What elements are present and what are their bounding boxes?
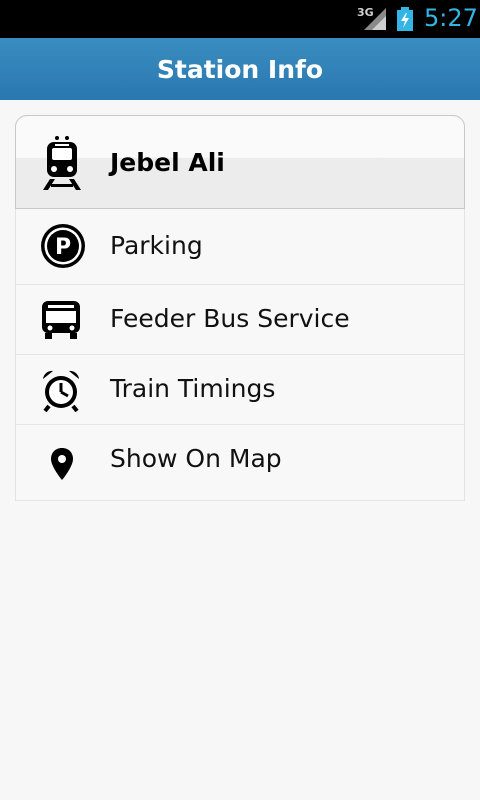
parking-icon: P [41,224,85,268]
menu-item-train-timings[interactable]: Train Timings [16,355,464,425]
train-icon [43,136,81,190]
network-type-label: 3G [357,6,374,19]
menu-item-label: Train Timings [110,374,276,403]
menu-item-show-on-map[interactable]: Show On Map [16,425,464,501]
station-card: Jebel Ali P Parking Feeder Bus Service T… [15,115,465,501]
menu-item-feeder-bus[interactable]: Feeder Bus Service [16,285,464,355]
station-header: Jebel Ali [15,115,465,209]
menu-item-label: Show On Map [110,444,282,473]
menu-item-parking[interactable]: P Parking [16,209,464,285]
map-pin-icon [51,448,73,480]
alarm-clock-icon [43,370,79,412]
status-clock: 5:27 [424,4,478,32]
page-title: Station Info [156,54,324,84]
status-bar: 3G 5:27 [0,0,480,38]
station-name: Jebel Ali [110,148,225,177]
menu-item-label: Feeder Bus Service [110,304,350,333]
action-bar: Station Info [0,38,480,100]
svg-text:P: P [55,235,71,260]
bus-icon [42,301,80,339]
menu-item-label: Parking [110,231,203,260]
battery-charging-icon [397,7,413,31]
